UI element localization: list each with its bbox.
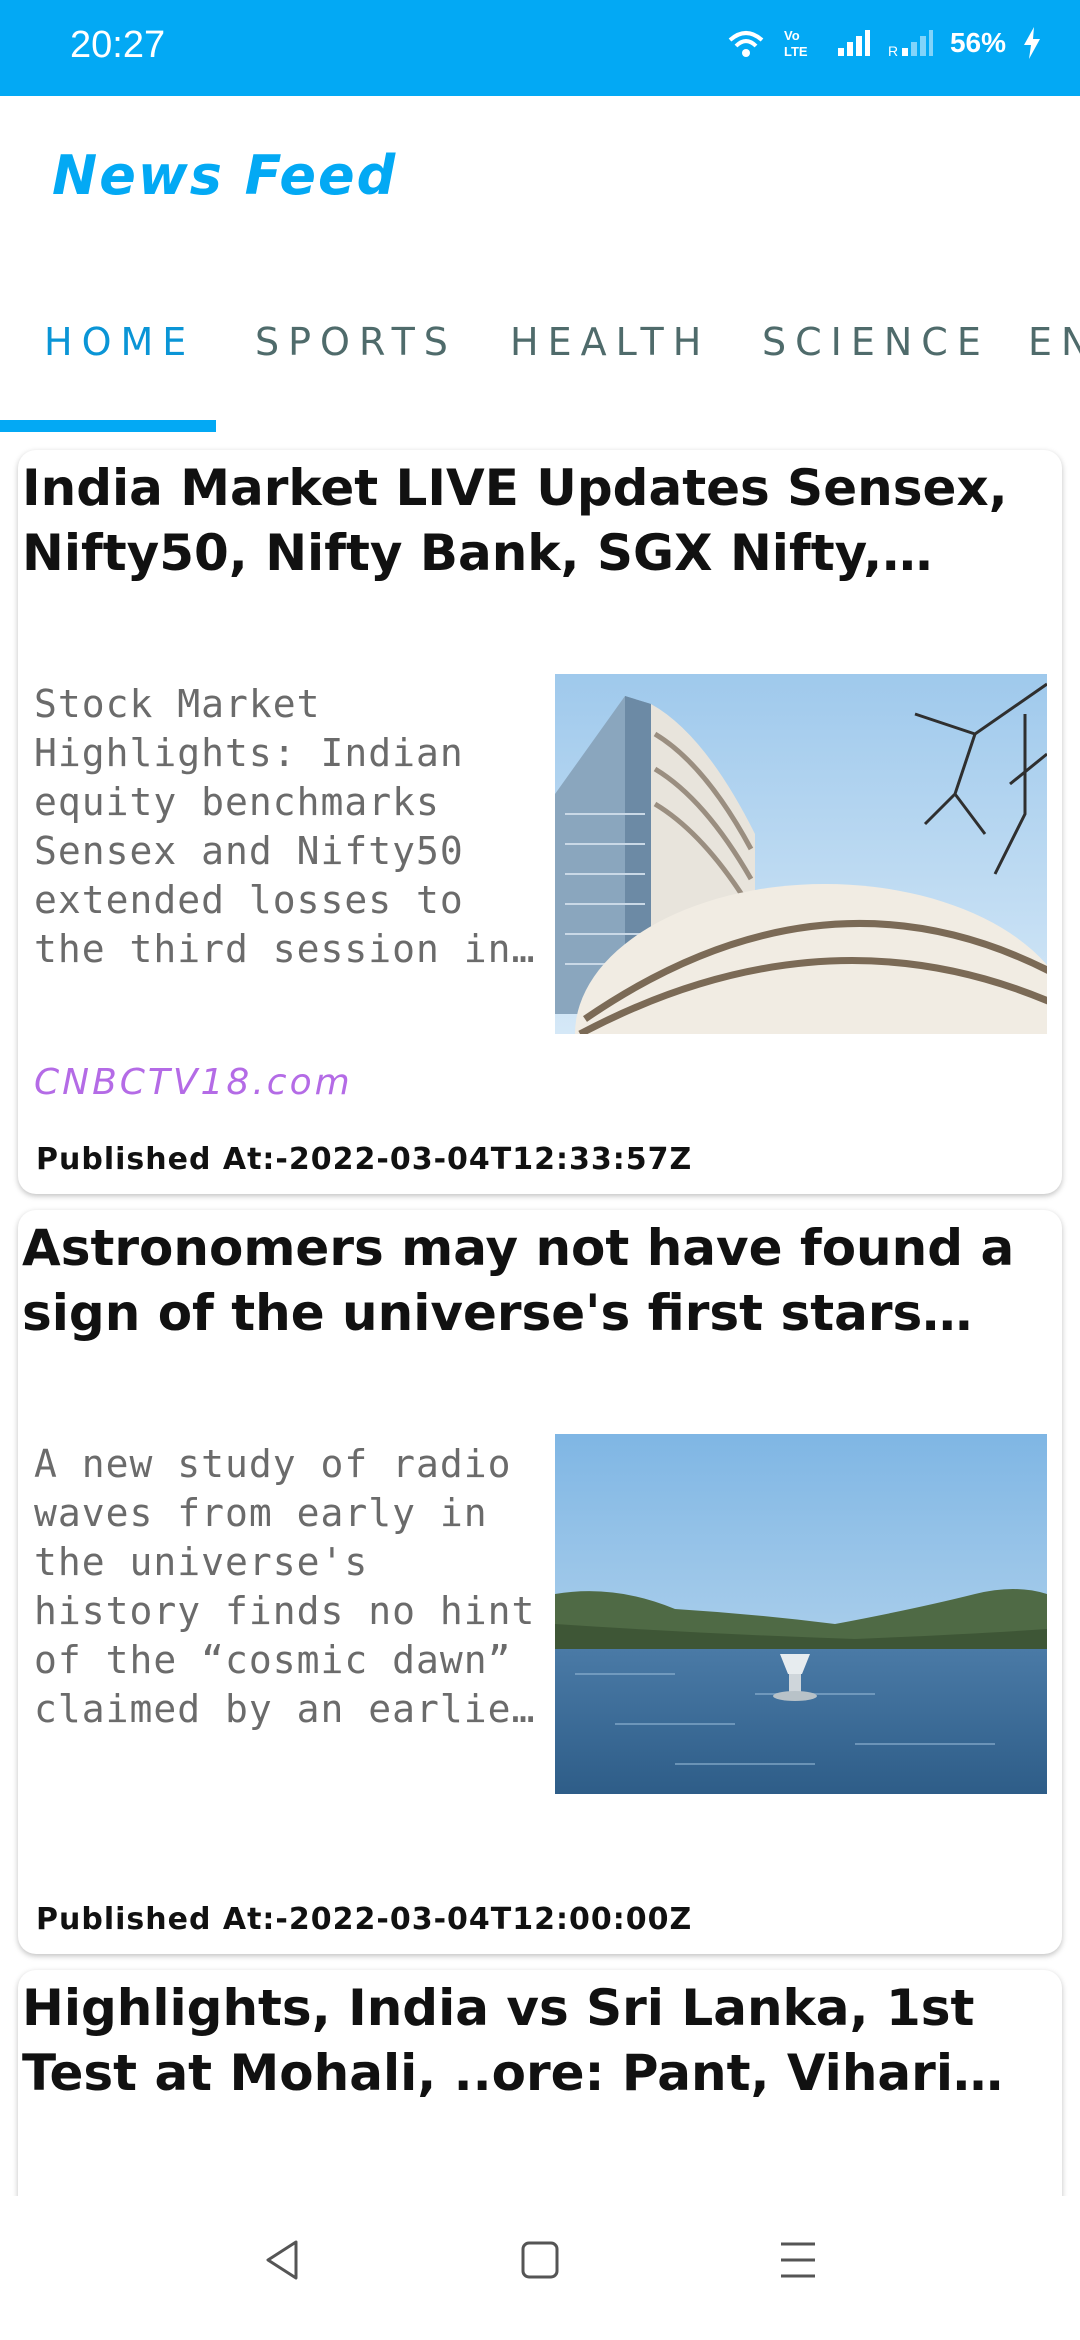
article-source[interactable]: CNBCTV18.com [34, 1062, 353, 1103]
article-published-date: Published At:-2022-03-04T12:33:57Z [36, 1142, 693, 1177]
tab-entertainment[interactable]: EN [1028, 320, 1080, 364]
article-title[interactable]: Highlights, India vs Sri Lanka, 1st Test… [22, 1976, 1058, 2106]
article-card[interactable]: India Market LIVE Updates Sensex, Nifty5… [18, 450, 1062, 1194]
tab-home[interactable]: HOME [44, 320, 195, 364]
tab-science[interactable]: SCIENCE [762, 320, 990, 364]
charging-icon [1024, 27, 1040, 59]
navigation-bar [0, 2196, 1080, 2340]
tab-sports[interactable]: SPORTS [255, 320, 457, 364]
status-icons: Vo LTE R 56% [726, 26, 1042, 60]
tab-health[interactable]: HEALTH [510, 320, 710, 364]
article-card[interactable]: Highlights, India vs Sri Lanka, 1st Test… [18, 1970, 1062, 2230]
article-published-date: Published At:-2022-03-04T12:00:00Z [36, 1902, 693, 1937]
article-image[interactable] [555, 1434, 1047, 1794]
article-image[interactable] [555, 674, 1047, 1034]
signal-roaming-icon: R [888, 30, 933, 58]
svg-text:Vo: Vo [784, 28, 800, 43]
wifi-icon [728, 31, 764, 57]
volte-icon: Vo LTE [784, 28, 808, 59]
svg-text:LTE: LTE [784, 44, 808, 59]
status-time: 20:27 [70, 24, 166, 66]
article-title[interactable]: India Market LIVE Updates Sensex, Nifty5… [22, 456, 1058, 586]
app-title: News Feed [52, 144, 398, 207]
status-bar: 20:27 Vo LTE R 56% [0, 0, 1080, 96]
article-description: A new study of radio waves from early in… [34, 1442, 536, 1731]
article-title[interactable]: Astronomers may not have found a sign of… [22, 1216, 1058, 1346]
tab-indicator [0, 420, 216, 432]
svg-text:R: R [888, 43, 898, 58]
signal-icon [837, 30, 870, 56]
back-icon[interactable] [262, 2238, 302, 2282]
article-card[interactable]: Astronomers may not have found a sign of… [18, 1210, 1062, 1954]
article-description: Stock Market Highlights: Indian equity b… [34, 682, 512, 971]
menu-icon[interactable] [778, 2238, 818, 2282]
category-tabs: HOME SPORTS HEALTH SCIENCE EN [0, 290, 1080, 440]
home-icon[interactable] [520, 2238, 560, 2282]
battery-level: 56% [949, 27, 1006, 58]
